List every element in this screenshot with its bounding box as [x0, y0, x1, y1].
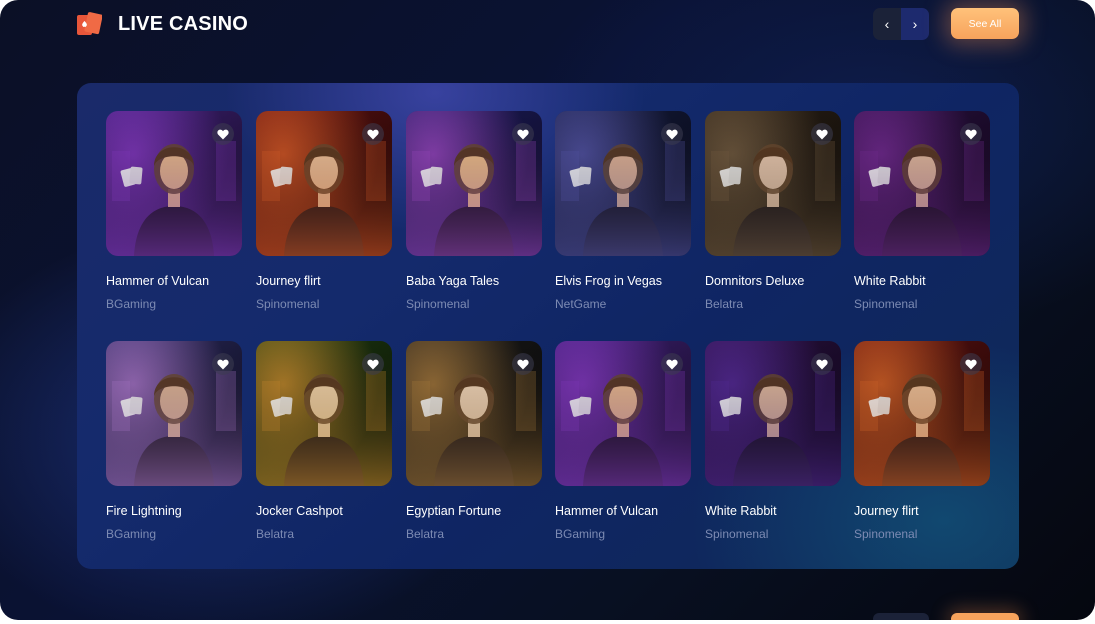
prev-button[interactable]: ‹	[873, 8, 901, 40]
heart-icon	[217, 129, 229, 139]
next-section-see-all-peek	[951, 613, 1019, 620]
game-thumbnail[interactable]	[555, 111, 691, 256]
game-provider: Belatra	[406, 527, 445, 541]
game-provider: Belatra	[256, 527, 295, 541]
next-section-nav-peek	[873, 613, 929, 620]
heart-icon	[217, 359, 229, 369]
heart-icon	[367, 129, 379, 139]
game-provider: Belatra	[705, 297, 744, 311]
game-provider: Spinomenal	[854, 527, 918, 541]
favorite-button[interactable]	[512, 123, 534, 145]
game-card[interactable]: Baba Yaga Tales Spinomenal	[406, 111, 542, 311]
heart-icon	[965, 129, 977, 139]
game-title: Baba Yaga Tales	[406, 274, 500, 288]
heart-icon	[367, 359, 379, 369]
heart-icon	[816, 359, 828, 369]
heart-icon	[666, 359, 678, 369]
heart-icon	[517, 129, 529, 139]
game-provider: Spinomenal	[406, 297, 470, 311]
game-card[interactable]: Hammer of Vulcan BGaming	[555, 341, 691, 541]
favorite-button[interactable]	[661, 353, 683, 375]
favorite-button[interactable]	[661, 123, 683, 145]
games-panel: Hammer of Vulcan BGaming Journey flirt Spin…	[77, 83, 1019, 569]
game-thumbnail[interactable]	[256, 111, 392, 256]
favorite-button[interactable]	[960, 353, 982, 375]
game-thumbnail[interactable]	[705, 341, 841, 486]
game-thumbnail[interactable]	[406, 111, 542, 256]
chevron-right-icon: ›	[912, 16, 918, 32]
game-title: Fire Lightning	[106, 504, 182, 518]
game-card[interactable]: Hammer of Vulcan BGaming	[106, 111, 242, 311]
game-thumbnail[interactable]	[854, 111, 990, 256]
game-thumbnail[interactable]	[256, 341, 392, 486]
game-provider: BGaming	[555, 527, 606, 541]
game-provider: Spinomenal	[705, 527, 769, 541]
game-card[interactable]: Fire Lightning BGaming	[106, 341, 242, 541]
game-card[interactable]: White Rabbit Spinomenal	[705, 341, 841, 541]
favorite-button[interactable]	[811, 123, 833, 145]
game-card[interactable]: Domnitors Deluxe Belatra	[705, 111, 841, 311]
chevron-left-icon: ‹	[884, 16, 890, 32]
game-card[interactable]: Jocker Cashpot Belatra	[256, 341, 392, 541]
playing-cards-icon	[77, 12, 102, 35]
favorite-button[interactable]	[212, 353, 234, 375]
game-provider: Spinomenal	[854, 297, 918, 311]
game-provider: NetGame	[555, 297, 607, 311]
favorite-button[interactable]	[960, 123, 982, 145]
game-thumbnail[interactable]	[854, 341, 990, 486]
game-provider: BGaming	[106, 527, 157, 541]
game-title: Domnitors Deluxe	[705, 274, 805, 288]
game-title: Hammer of Vulcan	[555, 504, 659, 518]
heart-icon	[816, 129, 828, 139]
game-card[interactable]: Journey flirt Spinomenal	[256, 111, 392, 311]
favorite-button[interactable]	[811, 353, 833, 375]
game-title: Journey flirt	[256, 274, 321, 288]
game-thumbnail[interactable]	[406, 341, 542, 486]
see-all-button[interactable]: See All	[951, 8, 1019, 39]
carousel-nav: ‹ ›	[873, 8, 929, 40]
game-provider: Spinomenal	[256, 297, 320, 311]
game-card[interactable]: White Rabbit Spinomenal	[854, 111, 990, 311]
game-thumbnail[interactable]	[555, 341, 691, 486]
next-button[interactable]: ›	[901, 8, 929, 40]
section-title: LIVE CASINO	[118, 13, 248, 35]
favorite-button[interactable]	[512, 353, 534, 375]
game-thumbnail[interactable]	[705, 111, 841, 256]
game-card[interactable]: Elvis Frog in Vegas NetGame	[555, 111, 691, 311]
favorite-button[interactable]	[362, 123, 384, 145]
game-title: Jocker Cashpot	[256, 504, 343, 518]
game-thumbnail[interactable]	[106, 111, 242, 256]
heart-icon	[965, 359, 977, 369]
game-title: Egyptian Fortune	[406, 504, 502, 518]
game-title: White Rabbit	[854, 274, 926, 288]
heart-icon	[666, 129, 678, 139]
section-header: LIVE CASINO ‹ › See All	[76, 8, 1020, 40]
game-card[interactable]: Egyptian Fortune Belatra	[406, 341, 542, 541]
game-title: Journey flirt	[854, 504, 919, 518]
heart-icon	[517, 359, 529, 369]
favorite-button[interactable]	[212, 123, 234, 145]
game-thumbnail[interactable]	[106, 341, 242, 486]
game-provider: BGaming	[106, 297, 157, 311]
game-card[interactable]: Journey flirt Spinomenal	[854, 341, 990, 541]
game-title: Elvis Frog in Vegas	[555, 274, 662, 288]
game-title: White Rabbit	[705, 504, 777, 518]
game-title: Hammer of Vulcan	[106, 274, 210, 288]
favorite-button[interactable]	[362, 353, 384, 375]
live-casino-section: LIVE CASINO ‹ › See All Hammer of Vulcan…	[0, 0, 1095, 620]
